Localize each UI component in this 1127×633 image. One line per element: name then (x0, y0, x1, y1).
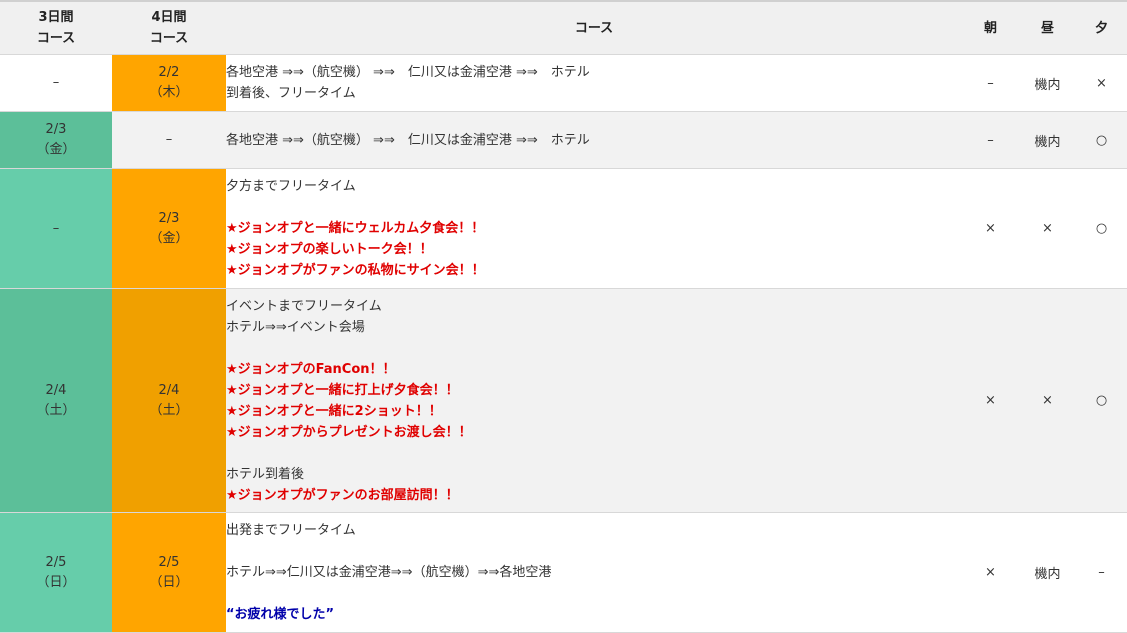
4day-date-cell: 2/3 （金） (112, 168, 226, 289)
3day-date-cell: – (0, 168, 112, 289)
course-line: 到着後、フリータイム (226, 86, 356, 101)
4day-date-cell: – (112, 111, 226, 169)
course-line: 各地空港 ⇒⇒（航空機） ⇒⇒ 仁川又は金浦空港 ⇒⇒ ホテル (226, 132, 590, 148)
header-dinner: 夕 (1076, 1, 1127, 55)
breakfast-cell: × (962, 512, 1019, 633)
breakfast-cell: × (962, 288, 1019, 513)
table-row: – 2/2 （木） 各地空港 ⇒⇒（航空機） ⇒⇒ 仁川又は金浦空港 ⇒⇒ ホテル… (0, 54, 1127, 112)
course-line: 出発までフリータイム (226, 523, 356, 538)
highlight-line: ★ジョンオプのFanCon！！ (226, 362, 396, 377)
3day-date-cell: – (0, 54, 112, 112)
course-line: 夕方までフリータイム (226, 179, 356, 194)
highlight-line: ★ジョンオプの楽しいトーク会！！ (226, 242, 433, 257)
course-line: ホテル到着後 (226, 467, 305, 482)
highlight-line: ★ジョンオプと一緒に打上げ夕食会！！ (226, 383, 459, 398)
highlight-line: ★ジョンオプと一緒に2ショット！！ (226, 404, 442, 419)
course-cell: 各地空港 ⇒⇒（航空機） ⇒⇒ 仁川又は金浦空港 ⇒⇒ ホテル 到着後、フリータ… (226, 54, 962, 112)
lunch-cell: 機内 (1019, 54, 1076, 112)
table-row: 2/4 （土） 2/4 （土） イベントまでフリータイム ホテル⇒⇒イベント会場 ★… (0, 288, 1127, 513)
highlight-line: ★ジョンオプがファンの私物にサイン会！！ (226, 263, 485, 278)
course-line: イベントまでフリータイム (226, 299, 382, 314)
itinerary-table: 3日間 コース 4日間 コース コース 朝 昼 夕 – 2/2 （木） 各地空港 ⇒⇒… (0, 0, 1127, 633)
header-row: 3日間 コース 4日間 コース コース 朝 昼 夕 (0, 1, 1127, 55)
3day-date-cell: 2/4 （土） (0, 288, 112, 513)
course-cell: 各地空港 ⇒⇒（航空機） ⇒⇒ 仁川又は金浦空港 ⇒⇒ ホテル (226, 111, 962, 169)
breakfast-cell: – (962, 111, 1019, 169)
header-3day-course: 3日間 コース (0, 1, 112, 55)
lunch-cell: × (1019, 288, 1076, 513)
table-row: 2/3 （金） – 各地空港 ⇒⇒（航空機） ⇒⇒ 仁川又は金浦空港 ⇒⇒ ホテル… (0, 111, 1127, 169)
dinner-cell: ○ (1076, 288, 1127, 513)
highlight-line: ★ジョンオプからプレゼントお渡し会！！ (226, 425, 472, 440)
highlight-line: ★ジョンオプがファンのお部屋訪問！！ (226, 488, 459, 503)
dinner-cell: – (1076, 512, 1127, 633)
course-line: ホテル⇒⇒仁川又は金浦空港⇒⇒（航空機）⇒⇒各地空港 (226, 565, 552, 580)
lunch-cell: 機内 (1019, 512, 1076, 633)
header-lunch: 昼 (1019, 1, 1076, 55)
farewell-line: “お疲れ様でした” (226, 607, 335, 622)
4day-date-cell: 2/2 （木） (112, 54, 226, 112)
breakfast-cell: × (962, 168, 1019, 289)
dinner-cell: ○ (1076, 168, 1127, 289)
course-line: ホテル⇒⇒イベント会場 (226, 320, 365, 335)
course-cell: 夕方までフリータイム ★ジョンオプと一緒にウェルカム夕食会！！ ★ジョンオプの楽… (226, 168, 962, 289)
table-row: – 2/3 （金） 夕方までフリータイム ★ジョンオプと一緒にウェルカム夕食会！！… (0, 168, 1127, 289)
header-4day-course: 4日間 コース (112, 1, 226, 55)
course-cell: イベントまでフリータイム ホテル⇒⇒イベント会場 ★ジョンオプのFanCon！！… (226, 288, 962, 513)
lunch-cell: × (1019, 168, 1076, 289)
header-breakfast: 朝 (962, 1, 1019, 55)
breakfast-cell: – (962, 54, 1019, 112)
4day-date-cell: 2/5 （日） (112, 512, 226, 633)
course-cell: 出発までフリータイム ホテル⇒⇒仁川又は金浦空港⇒⇒（航空機）⇒⇒各地空港 “お… (226, 512, 962, 633)
highlight-line: ★ジョンオプと一緒にウェルカム夕食会！！ (226, 221, 485, 236)
lunch-cell: 機内 (1019, 111, 1076, 169)
table-row: 2/5 （日） 2/5 （日） 出発までフリータイム ホテル⇒⇒仁川又は金浦空港⇒⇒… (0, 512, 1127, 633)
header-course: コース (226, 1, 962, 55)
dinner-cell: ○ (1076, 111, 1127, 169)
course-line: 各地空港 ⇒⇒（航空機） ⇒⇒ 仁川又は金浦空港 ⇒⇒ ホテル (226, 65, 590, 80)
dinner-cell: × (1076, 54, 1127, 112)
4day-date-cell: 2/4 （土） (112, 288, 226, 513)
3day-date-cell: 2/5 （日） (0, 512, 112, 633)
3day-date-cell: 2/3 （金） (0, 111, 112, 169)
